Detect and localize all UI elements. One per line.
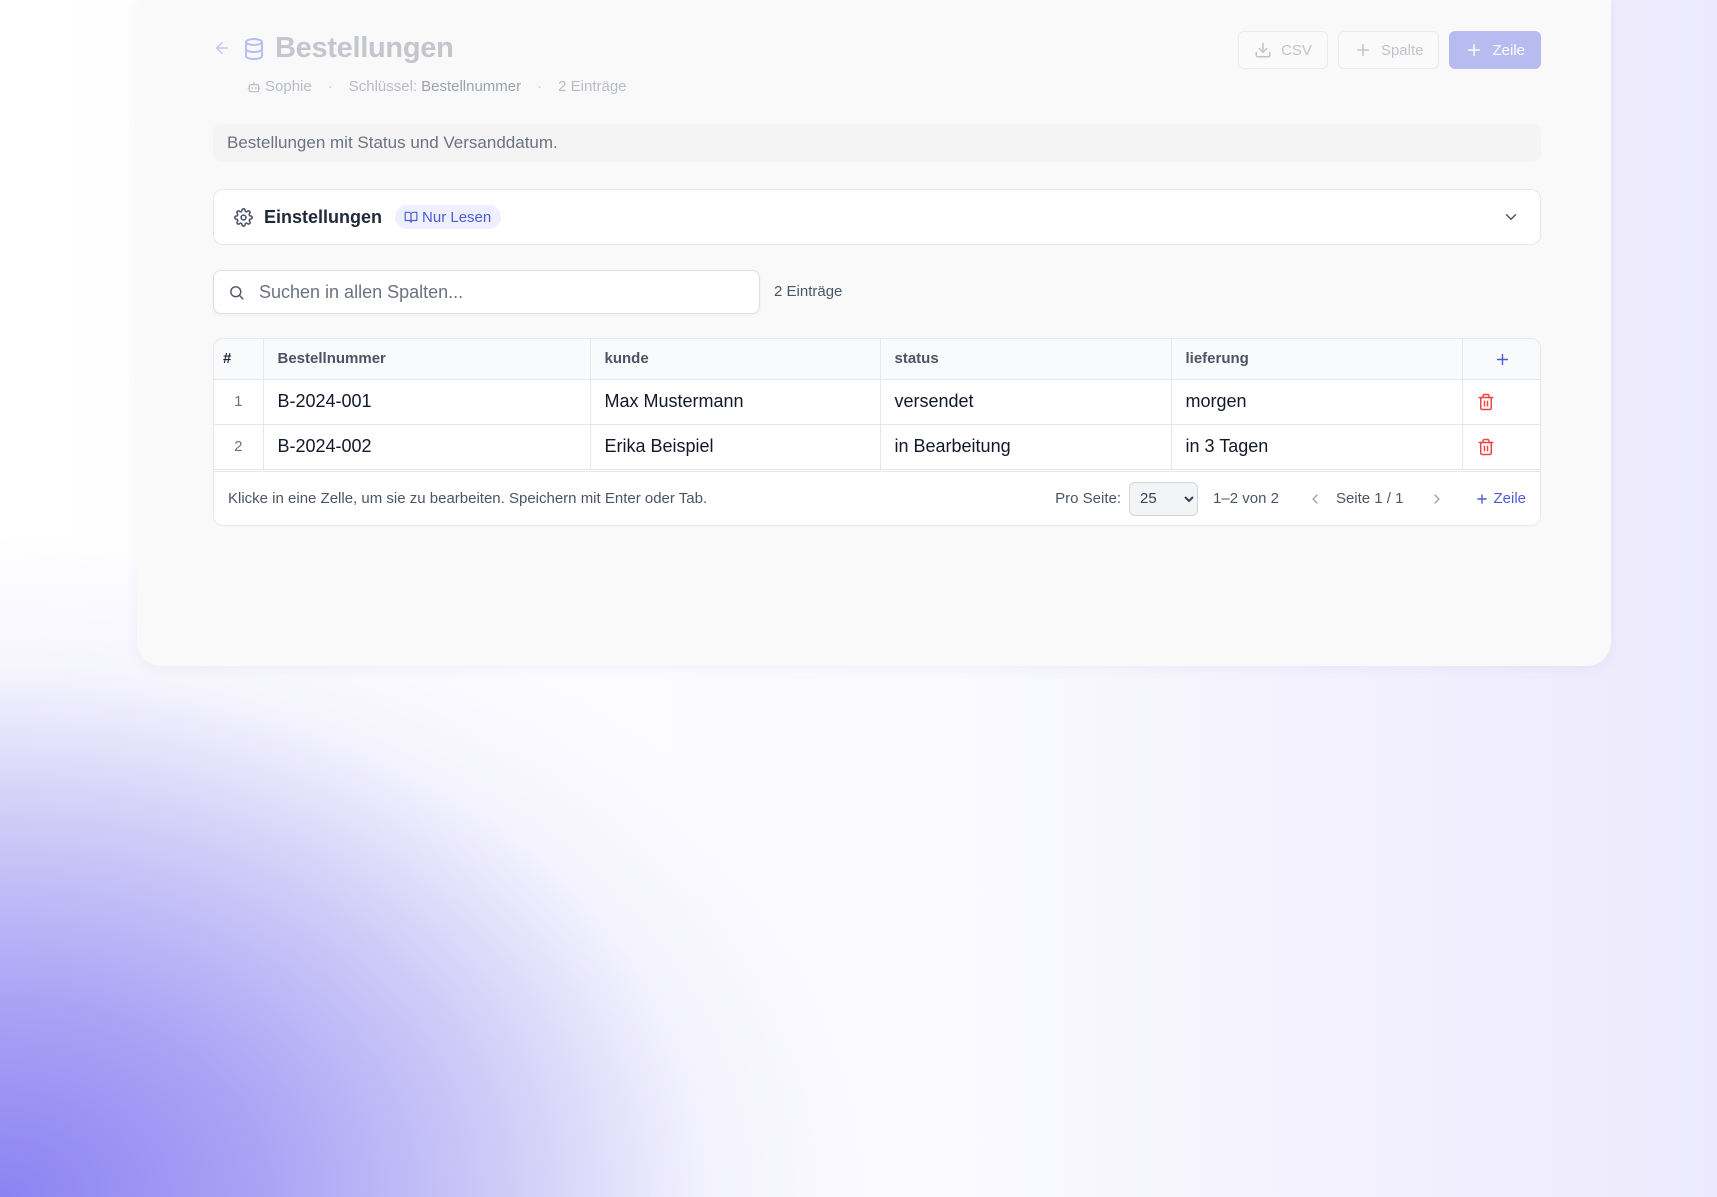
arrow-left-icon[interactable] [213,39,231,57]
header-actions: CSV Spalte Zeile [1238,31,1541,69]
footer-add-row-label: Zeile [1493,490,1526,507]
plus-icon[interactable] [1494,351,1511,368]
book-open-icon [404,211,418,223]
owner-name: Sophie [265,78,312,95]
settings-panel-toggle[interactable]: Einstellungen Nur Lesen [213,189,1541,245]
database-icon [245,38,263,60]
page-header: Bestellungen Sophie · Schlüssel: Bestell… [213,0,1541,118]
column-header-index: # [214,339,264,380]
entry-count: 2 Einträge [558,78,627,95]
cell-lieferung[interactable]: morgen [1171,379,1463,425]
pagination: Pro Seite: 25 1–2 von 2 Seite 1 / 1 Zeil… [1055,481,1526,516]
cell-lieferung[interactable]: in 3 Tagen [1171,424,1463,470]
plus-icon [1477,493,1488,504]
row-actions [1462,424,1540,470]
search-icon [230,285,244,300]
read-only-badge: Nur Lesen [395,205,502,229]
bot-icon [247,81,261,92]
settings-label: Einstellungen [264,206,383,227]
data-table: # Bestellnummer kunde status lieferung 1… [213,338,1541,526]
row-index: 2 [214,424,264,470]
csv-export-button[interactable]: CSV [1238,31,1328,69]
badge-label: Nur Lesen [422,208,492,226]
page-title: Bestellungen [275,32,454,64]
meta-separator: · [537,78,543,95]
gear-icon [234,207,253,227]
column-header-lieferung[interactable]: lieferung [1171,339,1463,380]
key-value: Bestellnummer [421,78,522,95]
plus-icon [1356,44,1369,56]
key-label: Schlüssel: [348,78,418,95]
table-footer: Klicke in eine Zelle, um sie zu bearbeit… [214,471,1540,525]
search-input[interactable] [257,280,745,304]
cell-kunde[interactable]: Erika Beispiel [590,424,881,470]
add-column-label: Spalte [1380,41,1424,59]
add-row-label: Zeile [1492,41,1525,59]
meta-line: Sophie · Schlüssel: Bestellnummer · 2 Ei… [247,78,627,95]
column-header-kunde[interactable]: kunde [590,339,881,380]
meta-separator: · [327,78,333,95]
row-index: 1 [214,379,264,425]
chevron-down-icon[interactable] [1502,208,1520,226]
chevron-right-icon[interactable] [1429,491,1445,507]
trash-icon[interactable] [1477,393,1495,411]
table-row: 2 B-2024-002 Erika Beispiel in Bearbeitu… [214,424,1540,470]
cell-status[interactable]: versendet [880,379,1172,425]
add-column-header[interactable] [1462,339,1540,380]
chevron-left-icon[interactable] [1307,491,1323,507]
cell-bestellnummer[interactable]: B-2024-001 [263,379,591,425]
cell-bestellnummer[interactable]: B-2024-002 [263,424,591,470]
plus-icon [1468,44,1481,56]
content: Bestellungen Sophie · Schlüssel: Bestell… [213,0,1541,526]
table-row: 1 B-2024-001 Max Mustermann versendet mo… [214,379,1540,425]
column-header-status[interactable]: status [880,339,1172,380]
per-page-label: Pro Seite: [1055,490,1122,507]
download-icon [1255,42,1271,58]
table-header-row: # Bestellnummer kunde status lieferung [214,339,1540,380]
cell-kunde[interactable]: Max Mustermann [590,379,881,425]
edit-hint: Klicke in eine Zelle, um sie zu bearbeit… [228,490,708,507]
add-column-button[interactable]: Spalte [1337,31,1440,69]
main-card: Bestellungen Sophie · Schlüssel: Bestell… [137,0,1611,666]
row-range: 1–2 von 2 [1213,490,1279,507]
column-header-bestellnummer[interactable]: Bestellnummer [263,339,591,380]
trash-icon[interactable] [1477,438,1495,456]
add-row-button[interactable]: Zeile [1449,31,1541,69]
search-box [213,270,760,314]
row-actions [1462,379,1540,425]
footer-add-row-button[interactable]: Zeile [1475,490,1526,507]
csv-label: CSV [1281,41,1312,59]
page-indicator: Seite 1 / 1 [1335,490,1404,507]
table-description: Bestellungen mit Status und Versanddatum… [213,124,1541,162]
search-result-count: 2 Einträge [774,283,843,300]
cell-status[interactable]: in Bearbeitung [880,424,1172,470]
per-page-select[interactable]: 25 [1129,481,1199,516]
